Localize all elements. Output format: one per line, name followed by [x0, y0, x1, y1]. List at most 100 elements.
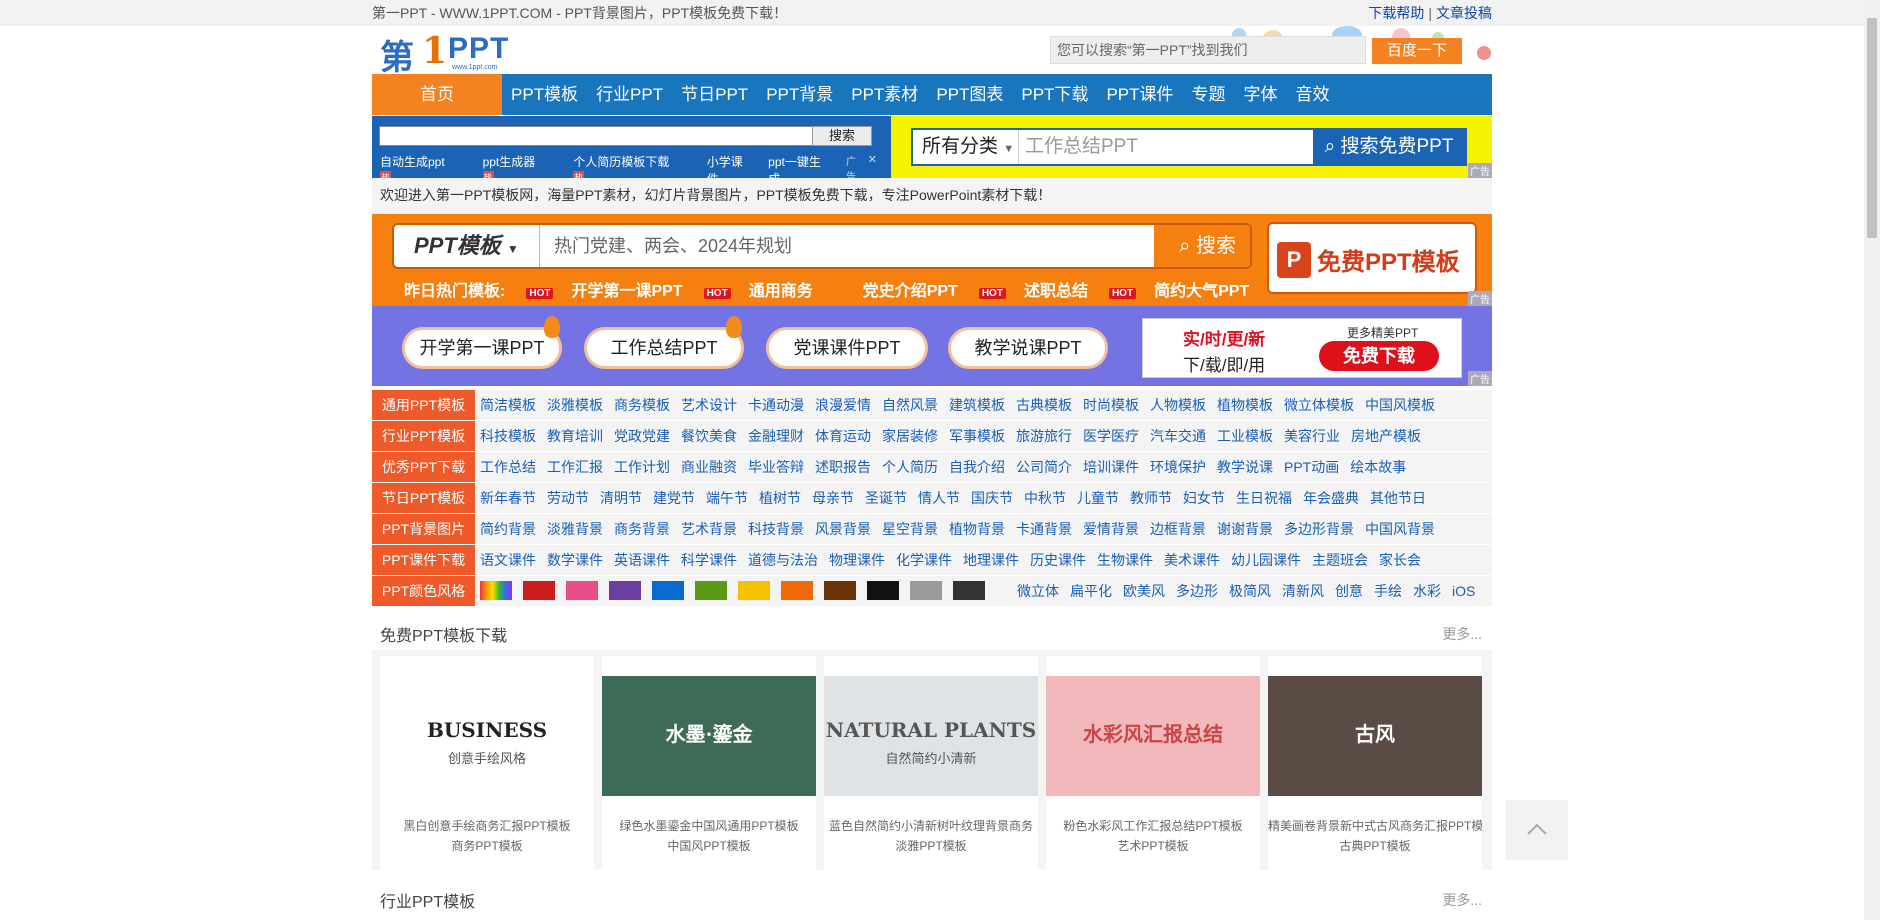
category-link[interactable]: 英语课件: [614, 545, 670, 575]
category-link[interactable]: 植物模板: [1217, 390, 1273, 420]
template-card[interactable]: 水墨·鎏金绿色水墨鎏金中国风通用PPT模板 中国风PPT模板: [602, 656, 816, 870]
category-link[interactable]: 地理课件: [963, 545, 1019, 575]
category-link[interactable]: 艺术设计: [681, 390, 737, 420]
template-category-select[interactable]: PPT模板 ▼: [394, 225, 540, 267]
nav-item[interactable]: 行业PPT: [587, 74, 672, 115]
template-category[interactable]: 中国风PPT模板: [602, 836, 816, 856]
nav-item[interactable]: 节日PPT: [672, 74, 757, 115]
color-swatch[interactable]: [480, 581, 512, 600]
category-link[interactable]: 餐饮美食: [681, 421, 737, 451]
category-link[interactable]: 语文课件: [480, 545, 536, 575]
category-link[interactable]: 化学课件: [896, 545, 952, 575]
free-download-ad[interactable]: 实/时/更/新 下/载/即/用 更多精美PPT 免费下载: [1142, 318, 1462, 378]
category-link[interactable]: 金融理财: [748, 421, 804, 451]
category-link[interactable]: 创意: [1335, 576, 1363, 606]
category-link[interactable]: 欧美风: [1123, 576, 1165, 606]
category-link[interactable]: 医学医疗: [1083, 421, 1139, 451]
category-link[interactable]: 边框背景: [1150, 514, 1206, 544]
category-link[interactable]: 水彩: [1413, 576, 1441, 606]
category-link[interactable]: 国庆节: [971, 483, 1013, 513]
nav-item[interactable]: 专题: [1183, 74, 1235, 115]
hot-keyword[interactable]: 昨日热门模板: HOT: [404, 277, 554, 301]
site-logo[interactable]: 第 1 PPT www.1ppt.com: [380, 30, 550, 78]
category-link[interactable]: 儿童节: [1077, 483, 1119, 513]
category-link[interactable]: 清新风: [1282, 576, 1324, 606]
template-search-input[interactable]: 热门党建、两会、2024年规划: [554, 225, 792, 267]
template-category[interactable]: 艺术PPT模板: [1046, 836, 1260, 856]
category-link[interactable]: 妇女节: [1183, 483, 1225, 513]
category-select[interactable]: 所有分类 ▼: [913, 130, 1019, 164]
category-link[interactable]: 公司简介: [1016, 452, 1072, 482]
scrollbar-thumb[interactable]: [1867, 18, 1877, 238]
template-title[interactable]: 黑白创意手绘商务汇报PPT模板: [380, 816, 594, 836]
category-link[interactable]: 主题班会: [1312, 545, 1368, 575]
template-thumbnail[interactable]: NATURAL PLANTS 自然简约小清新: [824, 676, 1038, 796]
category-link[interactable]: 绘本故事: [1350, 452, 1406, 482]
category-label[interactable]: PPT课件下载: [372, 545, 475, 575]
nav-item[interactable]: 字体: [1235, 74, 1287, 115]
category-link[interactable]: 极简风: [1229, 576, 1271, 606]
category-label[interactable]: 通用PPT模板: [372, 390, 475, 420]
category-link[interactable]: 工作总结: [480, 452, 536, 482]
baidu-search-input[interactable]: 您可以搜索“第一PPT”找到我们: [1050, 36, 1366, 64]
quick-link-pill[interactable]: 教学说课PPT: [948, 327, 1108, 369]
search-free-ppt-button[interactable]: ⌕ 搜索免费PPT: [1313, 130, 1465, 164]
category-link[interactable]: 个人简历: [882, 452, 938, 482]
category-link[interactable]: 浪漫爱情: [815, 390, 871, 420]
ad-search-button[interactable]: 搜索: [812, 126, 872, 146]
template-caption[interactable]: 绿色水墨鎏金中国风通用PPT模板 中国风PPT模板: [602, 816, 816, 856]
keyword-input[interactable]: 工作总结PPT: [1025, 130, 1138, 164]
free-download-button[interactable]: 免费下载: [1319, 341, 1439, 371]
category-link[interactable]: 家居装修: [882, 421, 938, 451]
category-link[interactable]: 植物背景: [949, 514, 1005, 544]
color-swatch[interactable]: [910, 581, 942, 600]
category-link[interactable]: 生日祝福: [1236, 483, 1292, 513]
color-swatch[interactable]: [781, 581, 813, 600]
category-link[interactable]: 中国风模板: [1365, 390, 1435, 420]
hot-keyword[interactable]: 通用商务: [749, 277, 831, 301]
category-link[interactable]: 军事模板: [949, 421, 1005, 451]
nav-item[interactable]: PPT图表: [927, 74, 1012, 115]
category-link[interactable]: 艺术背景: [681, 514, 737, 544]
category-link[interactable]: 清明节: [600, 483, 642, 513]
quick-link-pill[interactable]: 党课课件PPT: [766, 327, 928, 369]
category-label[interactable]: 优秀PPT下载: [372, 452, 475, 482]
more-link[interactable]: 更多...: [1442, 624, 1482, 644]
template-card[interactable]: 水彩风汇报总结 粉色水彩风工作汇报总结PPT模板 艺术PPT模板: [1046, 656, 1260, 870]
template-card[interactable]: 古风 精美画卷背景新中式古风商务汇报PPT模 古典PPT模板: [1268, 656, 1482, 870]
category-link[interactable]: 多边形背景: [1284, 514, 1354, 544]
baidu-search-button[interactable]: 百度一下: [1372, 38, 1462, 64]
category-link[interactable]: 科学课件: [681, 545, 737, 575]
category-label[interactable]: 行业PPT模板: [372, 421, 475, 451]
color-swatch[interactable]: [566, 581, 598, 600]
template-thumbnail[interactable]: 水墨·鎏金: [602, 676, 816, 796]
category-link[interactable]: 历史课件: [1030, 545, 1086, 575]
category-link[interactable]: 商务背景: [614, 514, 670, 544]
template-search-button[interactable]: ⌕ 搜索: [1154, 225, 1250, 267]
hot-keyword[interactable]: 党史介绍PPT HOT: [863, 277, 1006, 301]
category-link[interactable]: 手绘: [1374, 576, 1402, 606]
category-link[interactable]: 多边形: [1176, 576, 1218, 606]
category-link[interactable]: 美术课件: [1164, 545, 1220, 575]
template-category[interactable]: 淡雅PPT模板: [824, 836, 1038, 856]
template-thumbnail[interactable]: 古风: [1268, 676, 1482, 796]
category-link[interactable]: 古典模板: [1016, 390, 1072, 420]
category-link[interactable]: 星空背景: [882, 514, 938, 544]
category-link[interactable]: 工业模板: [1217, 421, 1273, 451]
nav-item[interactable]: PPT课件: [1097, 74, 1182, 115]
category-link[interactable]: 卡通背景: [1016, 514, 1072, 544]
category-link[interactable]: 情人节: [918, 483, 960, 513]
category-link[interactable]: 人物模板: [1150, 390, 1206, 420]
template-title[interactable]: 精美画卷背景新中式古风商务汇报PPT模: [1268, 816, 1482, 836]
category-link[interactable]: 道德与法治: [748, 545, 818, 575]
category-link[interactable]: 建筑模板: [949, 390, 1005, 420]
category-label[interactable]: 节日PPT模板: [372, 483, 475, 513]
color-swatch[interactable]: [695, 581, 727, 600]
category-link[interactable]: 党政党建: [614, 421, 670, 451]
template-title[interactable]: 绿色水墨鎏金中国风通用PPT模板: [602, 816, 816, 836]
scrollbar[interactable]: [1864, 0, 1880, 920]
category-link[interactable]: 建党节: [653, 483, 695, 513]
color-swatch[interactable]: [953, 581, 985, 600]
category-link[interactable]: 数学课件: [547, 545, 603, 575]
category-link[interactable]: 简约背景: [480, 514, 536, 544]
